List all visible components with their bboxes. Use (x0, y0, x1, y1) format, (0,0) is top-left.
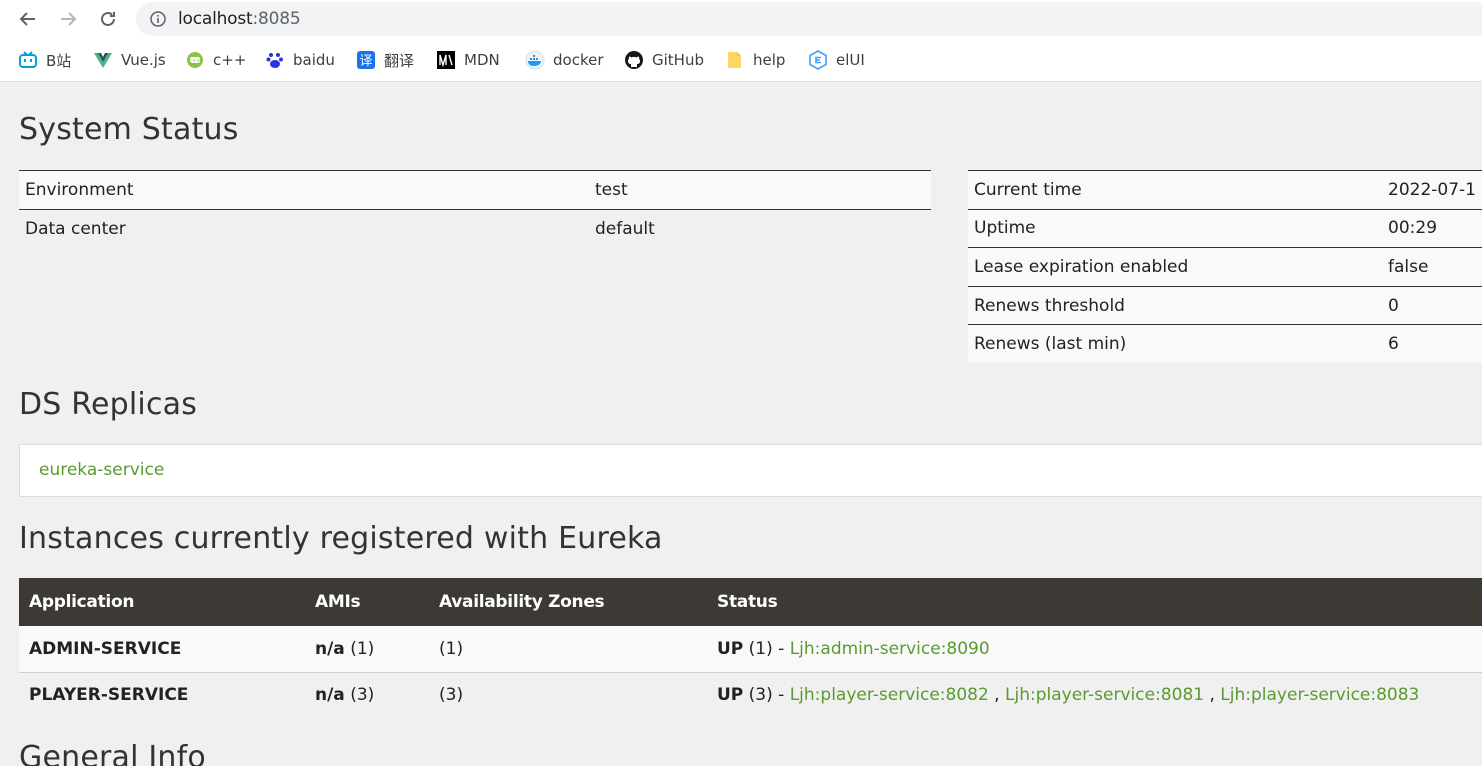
bookmark-baidu[interactable]: baidu (265, 45, 335, 75)
replicas-panel: eureka-service (19, 444, 1482, 497)
instance-link[interactable]: Ljh:player-service:8083 (1220, 685, 1419, 705)
address-bar[interactable]: localhost:8085 (136, 2, 1482, 36)
docker-icon (525, 50, 545, 70)
application-name: PLAYER-SERVICE (29, 685, 189, 706)
arrow-left-icon (19, 12, 35, 26)
bookmark-cpp[interactable]: c++ c++ (185, 45, 246, 75)
cpp-icon: c++ (185, 50, 205, 70)
zones-cell: (3) (439, 685, 464, 706)
bilibili-icon (18, 50, 38, 70)
bookmark-label: Vue.js (121, 51, 166, 69)
vue-icon (93, 50, 113, 70)
bookmark-label: c++ (213, 51, 247, 69)
status-value: false (1382, 247, 1482, 287)
table-row: Renews (last min) 6 (968, 324, 1482, 364)
bookmark-github[interactable]: GitHub (624, 45, 704, 75)
table-row: Renews threshold 0 (968, 285, 1482, 325)
table-row: Data center default (19, 208, 931, 248)
application-name: ADMIN-SERVICE (29, 638, 182, 659)
replica-link[interactable]: eureka-service (39, 460, 164, 480)
system-status-left-table: Environment test Data center default (19, 170, 931, 248)
element-ui-icon (808, 50, 828, 70)
bookmark-label: GitHub (652, 51, 704, 69)
bookmark-label: help (753, 51, 786, 69)
status-key: Lease expiration enabled (968, 247, 1383, 287)
column-header-zones: Availability Zones (439, 592, 605, 612)
table-row: Environment test (19, 170, 931, 210)
url-host: localhost (178, 9, 253, 29)
bookmark-label: baidu (293, 51, 335, 69)
status-value: 00:29 (1382, 208, 1482, 248)
status-key: Data center (19, 208, 589, 248)
instance-link[interactable]: Ljh:player-service:8081 (1005, 685, 1204, 705)
status-value: 0 (1382, 285, 1482, 325)
instances-title: Instances currently registered with Eure… (19, 521, 663, 556)
translate-icon: 译 (356, 50, 376, 70)
bookmark-label: MDN (464, 51, 500, 69)
system-status-right-table: Current time 2022-07-1 Uptime 00:29 Leas… (968, 170, 1482, 364)
table-row: PLAYER-SERVICE n/a (3) (3) UP (3) - Ljh:… (19, 672, 1482, 718)
info-icon[interactable] (150, 11, 166, 27)
browser-chrome: localhost:8085 B站 Vue.js c++ c++ baidu 译… (0, 0, 1482, 82)
url-text: localhost:8085 (178, 9, 301, 29)
svg-text:译: 译 (359, 54, 372, 69)
bookmark-label: elUI (836, 51, 865, 69)
bookmark-vue[interactable]: Vue.js (93, 45, 166, 75)
status-key: Renews (last min) (968, 324, 1383, 364)
column-header-status: Status (717, 592, 778, 612)
bookmark-bilibili[interactable]: B站 (18, 45, 71, 75)
column-header-application: Application (29, 592, 135, 612)
status-key: Environment (19, 170, 589, 210)
table-row: ADMIN-SERVICE n/a (1) (1) UP (1) - Ljh:a… (19, 626, 1482, 672)
status-key: Current time (968, 170, 1383, 210)
arrow-right-icon (61, 12, 77, 26)
bookmark-translate[interactable]: 译 翻译 (356, 45, 414, 75)
general-info-title: General Info (19, 740, 206, 766)
status-cell: UP (1) - Ljh:admin-service:8090 (717, 638, 990, 659)
url-port: :8085 (252, 9, 301, 29)
forward-button[interactable] (54, 5, 82, 33)
instance-link[interactable]: Ljh:player-service:8082 (790, 685, 989, 705)
status-cell: UP (3) - Ljh:player-service:8082 , Ljh:p… (717, 685, 1420, 706)
status-value: test (589, 170, 931, 210)
bookmark-help-folder[interactable]: help (725, 45, 785, 75)
back-button[interactable] (14, 5, 42, 33)
svg-text:c++: c++ (189, 58, 200, 64)
status-value: 6 (1382, 324, 1482, 364)
ds-replicas-title: DS Replicas (19, 387, 198, 422)
instances-table: Application AMIs Availability Zones Stat… (19, 578, 1482, 718)
baidu-icon (265, 50, 285, 70)
amis-cell: n/a (1) (315, 638, 375, 659)
folder-icon (725, 50, 745, 70)
status-key: Uptime (968, 208, 1383, 248)
table-header-row: Application AMIs Availability Zones Stat… (19, 578, 1482, 626)
reload-button[interactable] (94, 5, 122, 33)
mdn-icon (436, 50, 456, 70)
table-row: Lease expiration enabled false (968, 247, 1482, 287)
bookmark-label: docker (553, 51, 604, 69)
column-header-amis: AMIs (315, 592, 361, 612)
bookmark-label: 翻译 (384, 51, 415, 70)
github-icon (624, 50, 644, 70)
bookmark-label: B站 (46, 51, 72, 70)
bookmark-mdn[interactable]: MDN (436, 45, 500, 75)
table-row: Uptime 00:29 (968, 208, 1482, 248)
system-status-title: System Status (19, 112, 239, 147)
bookmark-docker[interactable]: docker (525, 45, 604, 75)
status-key: Renews threshold (968, 285, 1383, 325)
zones-cell: (1) (439, 638, 464, 659)
bookmark-elui[interactable]: elUI (808, 45, 865, 75)
status-value: default (589, 208, 931, 248)
instance-link[interactable]: Ljh:admin-service:8090 (790, 639, 990, 659)
status-value: 2022-07-1 (1382, 170, 1482, 210)
table-row: Current time 2022-07-1 (968, 170, 1482, 210)
amis-cell: n/a (3) (315, 685, 375, 706)
reload-icon (101, 11, 115, 26)
